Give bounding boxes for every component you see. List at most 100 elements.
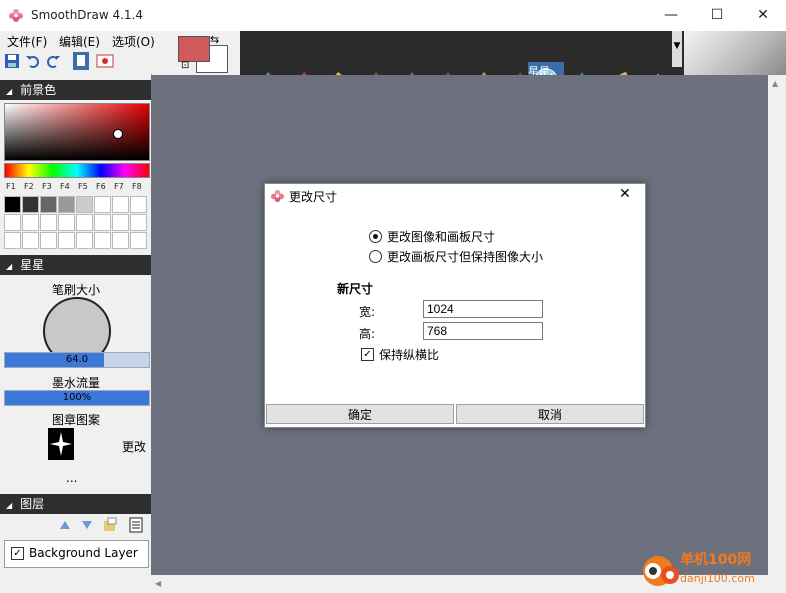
brush-size-slider[interactable]: 64.0 — [4, 352, 150, 368]
palette-swatch[interactable] — [76, 232, 93, 249]
palette-swatch[interactable] — [22, 214, 39, 231]
palette-swatch[interactable] — [112, 232, 129, 249]
keep-aspect-ratio-checkbox[interactable]: ✓ — [361, 348, 374, 361]
tool-water-drop[interactable]: 0 — [564, 62, 600, 75]
palette-swatch[interactable] — [4, 214, 21, 231]
palette-swatch[interactable] — [130, 232, 147, 249]
swap-colors-icon[interactable]: ⇆ — [210, 33, 219, 46]
hue-slider[interactable] — [4, 163, 150, 178]
resize-image-and-canvas-label[interactable]: 更改图像和画板尺寸 — [387, 228, 495, 245]
palette-swatch[interactable] — [130, 196, 147, 213]
palette-swatch[interactable] — [112, 214, 129, 231]
tool-eraser[interactable]: = — [636, 62, 672, 75]
tool-crayon[interactable]: 3 — [312, 62, 348, 75]
width-input[interactable] — [423, 300, 543, 318]
maximize-button[interactable]: ☐ — [694, 0, 740, 31]
collapse-triangle-icon: ◢ — [6, 87, 13, 96]
palette-swatch[interactable] — [58, 214, 75, 231]
undo-icon[interactable] — [24, 52, 42, 70]
tool-flat-brush[interactable]: 8 — [492, 62, 528, 75]
save-icon[interactable] — [3, 52, 21, 70]
palette-swatch[interactable] — [94, 214, 111, 231]
page-icon[interactable] — [72, 52, 90, 70]
dialog-close-button[interactable]: ✕ — [619, 186, 631, 202]
palette-swatch[interactable] — [4, 232, 21, 249]
image-icon[interactable] — [96, 52, 114, 70]
move-layer-up-icon[interactable] — [58, 518, 72, 532]
tool-smudge[interactable]: - — [600, 62, 636, 75]
close-button[interactable]: ✕ — [740, 0, 786, 31]
tool-brush[interactable]: 4 — [348, 62, 384, 75]
tool-oil-brush[interactable]: 7 — [456, 62, 492, 75]
resize-canvas-only-label[interactable]: 更改画板尺寸但保持图像大小 — [387, 248, 543, 265]
pencil-icon — [301, 72, 307, 75]
collapse-triangle-icon: ◢ — [6, 501, 13, 510]
toolstrip-dropdown-icon[interactable]: ▼ — [672, 31, 682, 67]
palette-swatch[interactable] — [76, 196, 93, 213]
palette-swatch[interactable] — [130, 214, 147, 231]
keep-aspect-ratio-label[interactable]: 保持纵横比 — [379, 346, 439, 363]
more-options[interactable]: ... — [66, 471, 77, 485]
water-drop-icon — [580, 72, 584, 75]
airbrush-icon — [409, 72, 414, 75]
star-stamp-icon[interactable] — [48, 428, 74, 460]
layer-properties-icon[interactable] — [129, 517, 143, 533]
app-flower-icon — [9, 9, 23, 22]
palette-swatch[interactable] — [94, 196, 111, 213]
flat-brush-icon — [517, 72, 522, 75]
height-label: 高: — [359, 327, 376, 341]
color-picker-cursor[interactable] — [113, 129, 123, 139]
watercolor-icon — [445, 72, 450, 75]
vertical-scrollbar[interactable]: ▲ — [768, 75, 786, 575]
new-layer-icon[interactable] — [102, 517, 118, 533]
menu-file[interactable]: 文件(F) — [7, 33, 47, 50]
change-stamp-button[interactable]: 更改 — [122, 438, 146, 455]
resize-canvas-only-radio[interactable] — [369, 250, 382, 263]
palette-swatch[interactable] — [112, 196, 129, 213]
palette-swatch[interactable] — [22, 232, 39, 249]
palette-swatch[interactable] — [40, 232, 57, 249]
layer-visibility-checkbox[interactable]: ✓ — [11, 547, 24, 560]
palette-key-label: F7 — [114, 182, 124, 191]
minimize-button[interactable]: — — [648, 0, 694, 31]
menu-edit[interactable]: 编辑(E) — [59, 33, 100, 50]
palette-swatch[interactable] — [40, 196, 57, 213]
tool-watercolor[interactable]: 6 — [420, 62, 456, 75]
palette-swatch[interactable] — [40, 214, 57, 231]
palette-key-label: F5 — [78, 182, 88, 191]
menu-options[interactable]: 选项(O) — [112, 33, 155, 50]
eraser-icon — [657, 74, 660, 75]
saturation-value-picker[interactable] — [4, 103, 150, 161]
palette-swatch[interactable] — [4, 196, 21, 213]
ink-flow-slider[interactable]: 100% — [4, 390, 150, 406]
scroll-left-icon[interactable]: ◀ — [155, 579, 161, 588]
ok-button[interactable]: 确定 — [266, 404, 454, 424]
palette-swatch[interactable] — [94, 232, 111, 249]
ink-flow-value: 100% — [62, 392, 92, 403]
layer-item[interactable]: ✓ Background Layer — [4, 540, 149, 568]
cancel-button[interactable]: 取消 — [456, 404, 644, 424]
tool-airbrush[interactable]: 5 — [384, 62, 420, 75]
resize-image-and-canvas-radio[interactable] — [369, 230, 382, 243]
palette-swatch[interactable] — [58, 196, 75, 213]
palette-key-label: F8 — [132, 182, 142, 191]
brush-size-label: 笔刷大小 — [52, 283, 101, 297]
reset-colors-icon[interactable]: ⊡ — [181, 60, 189, 71]
new-size-heading: 新尺寸 — [337, 282, 374, 296]
foreground-color-swatch[interactable] — [178, 36, 210, 62]
palette-swatch[interactable] — [76, 214, 93, 231]
tool-pen[interactable]: 1 — [240, 62, 276, 75]
tool-pencil[interactable]: 2 — [276, 62, 312, 75]
brush-toolstrip: 1 2 3 4 5 6 7 8 9 0 - = ▼ — [240, 31, 786, 75]
move-layer-down-icon[interactable] — [80, 518, 94, 532]
ink-flow-label: 墨水流量 — [52, 376, 101, 390]
redo-icon[interactable] — [44, 52, 62, 70]
height-input[interactable] — [423, 322, 543, 340]
brush-settings-header[interactable]: ◢ 星星 — [0, 255, 151, 275]
collapse-triangle-icon: ◢ — [6, 262, 13, 271]
palette-swatch[interactable] — [58, 232, 75, 249]
palette-swatch[interactable] — [22, 196, 39, 213]
layers-header[interactable]: ◢ 图层 — [0, 494, 151, 514]
scroll-up-icon[interactable]: ▲ — [772, 79, 778, 88]
foreground-color-header[interactable]: ◢ 前景色 — [0, 80, 151, 100]
